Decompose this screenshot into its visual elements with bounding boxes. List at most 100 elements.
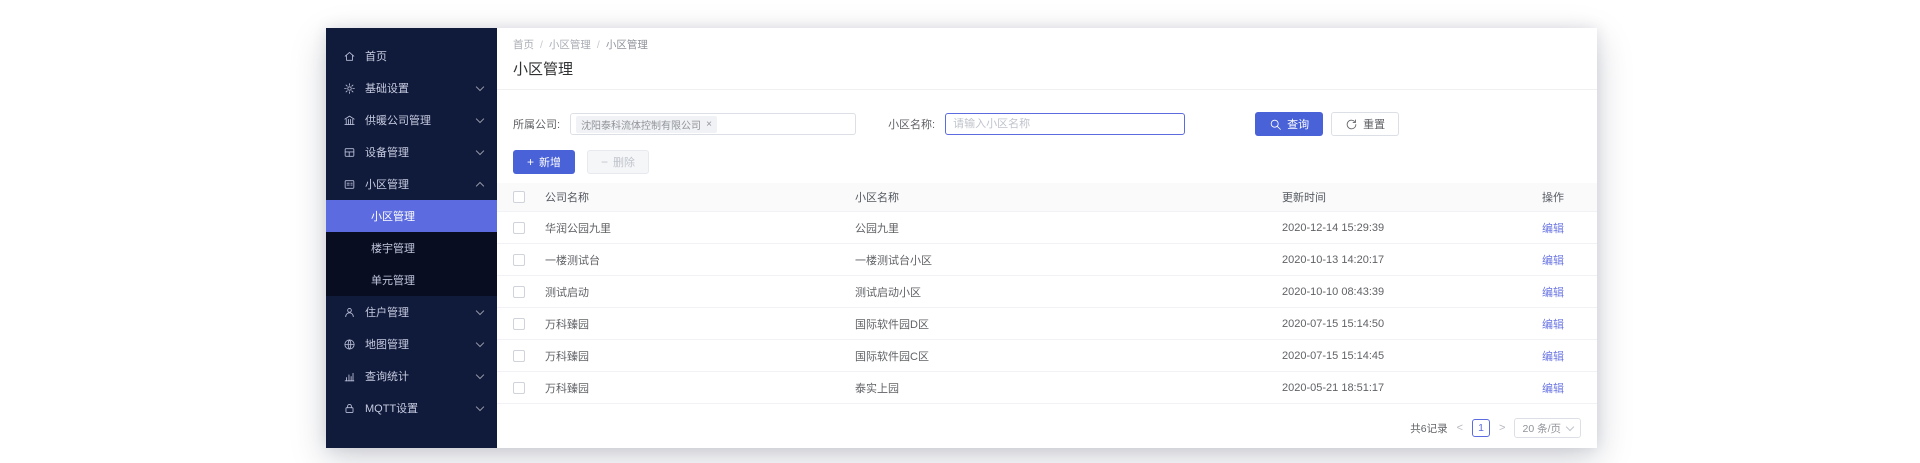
- community-name-input[interactable]: [951, 118, 1179, 130]
- edit-link[interactable]: 编辑: [1542, 351, 1564, 363]
- breadcrumb-item[interactable]: 首页 /: [513, 38, 549, 52]
- next-page-button[interactable]: >: [1499, 422, 1505, 434]
- table-row: 万科臻园 国际软件园C区 2020-07-15 15:14:45 编辑: [497, 340, 1597, 372]
- sidebar-item[interactable]: 查询统计: [326, 360, 497, 392]
- breadcrumb: 首页 / 小区管理 / 小区管理 /: [513, 38, 1581, 52]
- prev-page-button[interactable]: <: [1457, 422, 1463, 434]
- row-checkbox[interactable]: [513, 222, 525, 234]
- filter-toolbar: 所属公司: 沈阳泰科流体控制有限公司 × 小区名称: 查询 重置: [513, 112, 1581, 136]
- globe-icon: [342, 337, 356, 351]
- refresh-icon: [1345, 118, 1358, 131]
- search-icon: [1269, 118, 1282, 131]
- edit-link[interactable]: 编辑: [1542, 319, 1564, 331]
- delete-button[interactable]: − 删除: [587, 150, 649, 174]
- breadcrumb-label: 小区管理: [606, 39, 648, 51]
- cell-updated-time: 2020-10-10 08:43:39: [1282, 286, 1542, 298]
- chevron-icon: [476, 115, 484, 123]
- row-checkbox[interactable]: [513, 350, 525, 362]
- bank-icon: [342, 113, 356, 127]
- sidebar-item[interactable]: MQTT设置: [326, 392, 497, 424]
- cell-updated-time: 2020-07-15 15:14:45: [1282, 350, 1542, 362]
- sidebar-item-label: 供暖公司管理: [365, 112, 477, 128]
- column-header-updated: 更新时间: [1282, 189, 1542, 205]
- chevron-icon: [476, 339, 484, 347]
- row-checkbox[interactable]: [513, 382, 525, 394]
- chevron-icon: [476, 403, 484, 411]
- cell-updated-time: 2020-12-14 15:29:39: [1282, 222, 1542, 234]
- company-tag-label: 沈阳泰科流体控制有限公司: [581, 117, 701, 132]
- edit-link[interactable]: 编辑: [1542, 383, 1564, 395]
- sidebar-menu: 首页 基础设置 供暖公司管理 设备管理: [326, 40, 497, 424]
- search-button[interactable]: 查询: [1255, 112, 1323, 136]
- reset-button[interactable]: 重置: [1331, 112, 1399, 136]
- company-filter-label: 所属公司:: [513, 116, 560, 132]
- mqtt-icon: [342, 401, 356, 415]
- sidebar-item[interactable]: 地图管理: [326, 328, 497, 360]
- sidebar-item[interactable]: 住户管理: [326, 296, 497, 328]
- sidebar-item-label: 首页: [365, 48, 477, 64]
- column-header-community: 小区名称: [855, 189, 1282, 205]
- sidebar-item-label: 地图管理: [365, 336, 477, 352]
- pagination-total: 共6记录: [1410, 421, 1447, 436]
- cell-updated-time: 2020-10-13 14:20:17: [1282, 254, 1542, 266]
- delete-button-label: 删除: [613, 154, 635, 170]
- close-icon[interactable]: ×: [706, 119, 712, 130]
- company-tag: 沈阳泰科流体控制有限公司 ×: [576, 116, 717, 133]
- company-select[interactable]: 沈阳泰科流体控制有限公司 ×: [570, 113, 856, 135]
- reset-button-label: 重置: [1363, 116, 1385, 132]
- sidebar-item[interactable]: 首页: [326, 40, 497, 72]
- sidebar-item-label: 查询统计: [365, 368, 477, 384]
- home-icon: [342, 49, 356, 63]
- device-icon: [342, 145, 356, 159]
- select-all-checkbox[interactable]: [513, 191, 525, 203]
- sidebar-item[interactable]: 单元管理: [326, 264, 497, 296]
- breadcrumb-separator: /: [597, 39, 600, 51]
- sidebar-item[interactable]: 楼宇管理: [326, 232, 497, 264]
- sidebar-item[interactable]: 基础设置: [326, 72, 497, 104]
- edit-link[interactable]: 编辑: [1542, 223, 1564, 235]
- cell-company-name: 华润公园九里: [545, 220, 855, 236]
- gear-icon: [342, 81, 356, 95]
- sidebar-item[interactable]: 设备管理: [326, 136, 497, 168]
- row-checkbox[interactable]: [513, 318, 525, 330]
- minus-icon: −: [601, 156, 608, 168]
- sidebar-item-label: 设备管理: [365, 144, 477, 160]
- edit-link[interactable]: 编辑: [1542, 287, 1564, 299]
- community-table: 公司名称 小区名称 更新时间 操作 华润公园九里 公园九里 2020-12-14…: [497, 183, 1597, 404]
- breadcrumb-item[interactable]: 小区管理/: [606, 38, 648, 52]
- chevron-icon: [476, 181, 484, 189]
- sidebar-item[interactable]: 小区管理: [326, 168, 497, 200]
- row-checkbox[interactable]: [513, 254, 525, 266]
- cell-community-name: 泰实上园: [855, 380, 1282, 396]
- page-size-label: 20 条/页: [1522, 421, 1561, 436]
- breadcrumb-label: 首页: [513, 39, 534, 51]
- cell-company-name: 万科臻园: [545, 380, 855, 396]
- row-checkbox[interactable]: [513, 286, 525, 298]
- cell-company-name: 一楼测试台: [545, 252, 855, 268]
- edit-link[interactable]: 编辑: [1542, 255, 1564, 267]
- sidebar-item[interactable]: 小区管理: [326, 200, 497, 232]
- action-toolbar: + 新增 − 删除: [513, 149, 1581, 174]
- pagination: 共6记录 < 1 > 20 条/页: [513, 418, 1581, 438]
- sidebar-item[interactable]: 供暖公司管理: [326, 104, 497, 136]
- chevron-down-icon: [1566, 422, 1574, 430]
- sidebar-item-label: 楼宇管理: [371, 240, 477, 256]
- breadcrumb-item[interactable]: 小区管理 /: [549, 38, 606, 52]
- page-number-current[interactable]: 1: [1472, 419, 1490, 437]
- page-header: 首页 / 小区管理 / 小区管理 / 小区管理: [497, 28, 1597, 90]
- search-button-label: 查询: [1287, 116, 1309, 132]
- community-icon: [342, 177, 356, 191]
- page-title: 小区管理: [513, 60, 1581, 80]
- cell-community-name: 公园九里: [855, 220, 1282, 236]
- page-size-select[interactable]: 20 条/页: [1514, 418, 1581, 438]
- breadcrumb-label: 小区管理: [549, 39, 591, 51]
- table-body: 华润公园九里 公园九里 2020-12-14 15:29:39 编辑 一楼测试台…: [497, 212, 1597, 404]
- main-content: 首页 / 小区管理 / 小区管理 / 小区管理 所属公司: 沈阳泰科流体控制有限公司: [497, 28, 1597, 448]
- breadcrumb-separator: /: [540, 39, 543, 51]
- chevron-icon: [476, 83, 484, 91]
- table-header-row: 公司名称 小区名称 更新时间 操作: [497, 183, 1597, 212]
- chevron-icon: [476, 371, 484, 379]
- community-name-field: [945, 113, 1185, 135]
- column-header-company: 公司名称: [545, 189, 855, 205]
- add-button[interactable]: + 新增: [513, 150, 575, 174]
